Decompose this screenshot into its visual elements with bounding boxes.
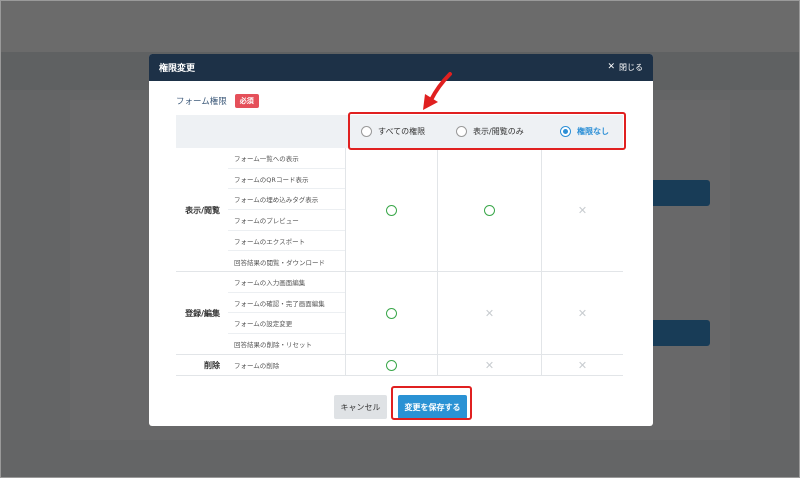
list-item: フォームの設定変更	[228, 313, 345, 335]
table-header: すべての権限 表示/閲覧のみ 権限なし	[176, 115, 623, 148]
list-item: フォームの削除	[234, 362, 280, 371]
field-row: フォーム権限 必須	[176, 94, 259, 108]
cross-icon: ✕	[484, 359, 495, 372]
cross-icon: ✕	[484, 307, 495, 320]
circle-icon	[386, 360, 397, 371]
permission-group-view: 表示/閲覧 フォーム一覧への表示 フォームのQRコード表示 フォームの埋め込みタ…	[176, 148, 623, 272]
radio-circle	[456, 126, 467, 137]
list-item: フォームのQRコード表示	[228, 169, 345, 190]
group-items: フォーム一覧への表示 フォームのQRコード表示 フォームの埋め込みタグ表示 フォ…	[228, 148, 346, 272]
field-label: フォーム権限	[176, 97, 227, 107]
modal-header: 権限変更 ✕ 閉じる	[149, 54, 653, 81]
cell-view	[438, 148, 542, 272]
list-item: 回答結果の閲覧・ダウンロード	[234, 258, 325, 267]
cell-all	[346, 355, 438, 376]
permission-group-delete: 削除 フォームの削除 ✕ ✕	[176, 355, 623, 376]
modal-title: 権限変更	[159, 64, 196, 74]
list-item: フォームのプレビュー	[228, 210, 345, 231]
close-label: 閉じる	[619, 63, 643, 72]
permission-table: すべての権限 表示/閲覧のみ 権限なし 表示/閲覧 フォーム一覧への表示 フォー…	[176, 115, 623, 376]
group-label: 削除	[204, 361, 220, 370]
cell-view: ✕	[438, 355, 542, 376]
radio-circle	[361, 126, 372, 137]
group-items: フォームの削除	[228, 355, 346, 376]
cell-none: ✕	[542, 355, 623, 376]
cross-icon: ✕	[577, 359, 588, 372]
close-icon: ✕	[607, 62, 615, 72]
save-button[interactable]: 変更を保存する	[398, 395, 467, 419]
cell-all	[346, 148, 438, 272]
group-label: 表示/閲覧	[185, 205, 220, 215]
list-item: フォームの入力画面編集	[228, 272, 345, 293]
list-item: フォーム一覧への表示	[228, 148, 345, 169]
cancel-button[interactable]: キャンセル	[334, 395, 387, 419]
cell-none: ✕	[542, 272, 623, 355]
cell-none: ✕	[542, 148, 623, 272]
list-item: フォームのエクスポート	[228, 231, 345, 252]
list-item: 回答結果の削除・リセット	[234, 341, 312, 350]
cell-view: ✕	[438, 272, 542, 355]
radio-label: 表示/閲覧のみ	[473, 127, 524, 136]
close-button[interactable]: ✕ 閉じる	[607, 62, 643, 73]
circle-icon	[484, 204, 495, 216]
circle-icon	[386, 308, 397, 319]
group-items: フォームの入力画面編集 フォームの確認・完了画面編集 フォームの設定変更 回答結…	[228, 272, 346, 355]
radio-label: 権限なし	[577, 127, 609, 136]
radio-all-permissions[interactable]: すべての権限	[361, 115, 425, 148]
cross-icon: ✕	[577, 203, 588, 217]
list-item: フォームの確認・完了画面編集	[228, 293, 345, 314]
radio-circle-checked	[560, 126, 571, 137]
required-badge: 必須	[234, 94, 259, 108]
list-item: フォームの埋め込みタグ表示	[228, 189, 345, 211]
circle-icon	[386, 204, 397, 216]
radio-no-permission[interactable]: 権限なし	[560, 115, 609, 148]
group-label: 登録/編集	[185, 309, 220, 318]
permission-group-edit: 登録/編集 フォームの入力画面編集 フォームの確認・完了画面編集 フォームの設定…	[176, 272, 623, 355]
cross-icon: ✕	[577, 307, 588, 320]
radio-view-only[interactable]: 表示/閲覧のみ	[456, 115, 524, 148]
arrow-icon	[423, 72, 452, 110]
permission-modal: 権限変更 ✕ 閉じる フォーム権限 必須 すべての権限 表示/閲覧のみ 権限なし	[149, 54, 653, 426]
radio-label: すべての権限	[378, 127, 426, 136]
cell-all	[346, 272, 438, 355]
